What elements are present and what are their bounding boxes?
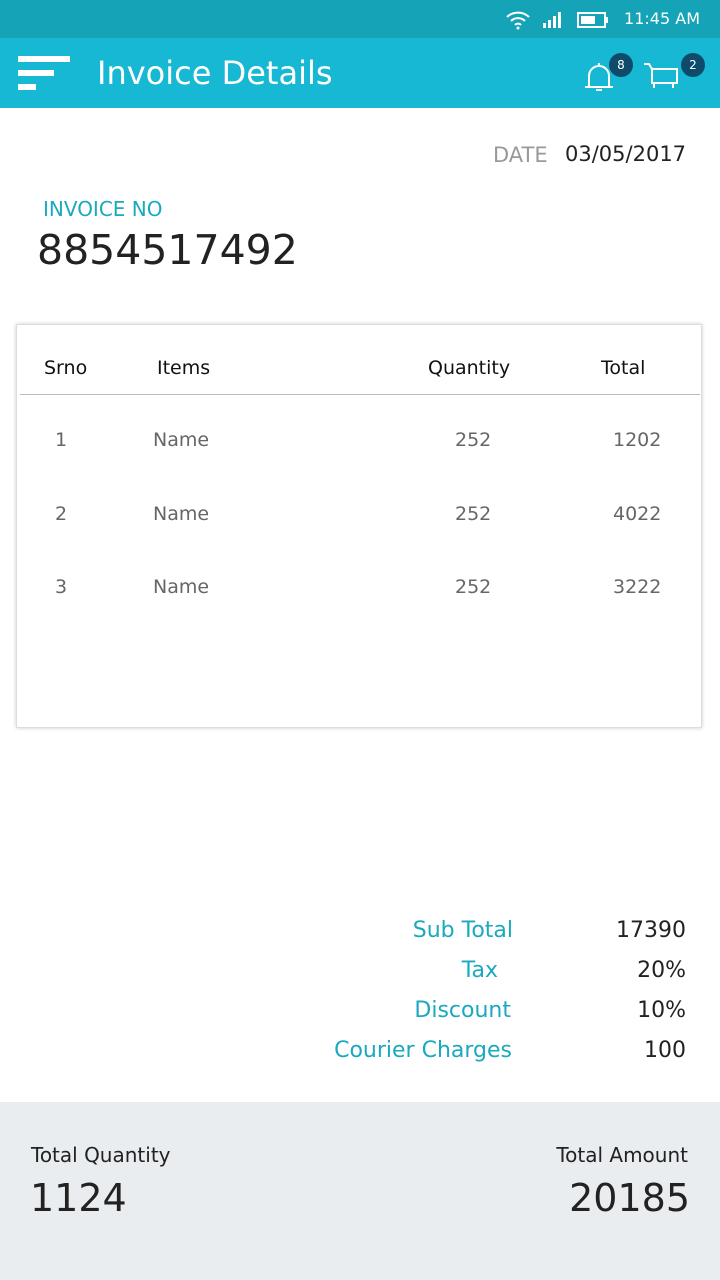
date-label: DATE (493, 143, 548, 167)
header-items: Items (157, 357, 211, 379)
battery-icon (577, 12, 608, 28)
page-title: Invoice Details (97, 54, 333, 92)
courier-label: Courier Charges (334, 1038, 512, 1063)
cart-badge: 2 (681, 53, 705, 77)
menu-icon[interactable] (18, 56, 72, 92)
cart-icon[interactable] (643, 60, 681, 94)
cell-srno: 2 (55, 503, 68, 525)
tax-value: 20% (637, 958, 686, 983)
total-amount-value: 20185 (569, 1176, 690, 1220)
cell-total: 4022 (613, 503, 662, 525)
cell-srno: 3 (55, 576, 68, 598)
items-table: Srno Items Quantity Total 1 Name 252 120… (16, 324, 702, 728)
totals-footer: Total Quantity 1124 Total Amount 20185 (0, 1102, 720, 1280)
discount-value: 10% (637, 998, 686, 1023)
wifi-icon (506, 11, 530, 30)
invoice-no-label: INVOICE NO (43, 197, 163, 221)
cell-total: 3222 (613, 576, 662, 598)
cell-item: Name (153, 429, 210, 451)
date-value: 03/05/2017 (565, 142, 687, 166)
total-amount-label: Total Amount (556, 1143, 688, 1167)
notification-badge: 8 (609, 53, 633, 77)
header-total: Total (601, 357, 646, 379)
header-srno: Srno (44, 357, 88, 379)
tax-label: Tax (461, 958, 498, 983)
cell-quantity: 252 (455, 503, 492, 525)
courier-value: 100 (644, 1038, 686, 1063)
discount-label: Discount (414, 998, 511, 1023)
app-bar: Invoice Details 8 2 (0, 38, 720, 108)
header-quantity: Quantity (428, 357, 511, 379)
cell-item: Name (153, 576, 210, 598)
total-quantity-value: 1124 (30, 1176, 127, 1220)
cell-quantity: 252 (455, 576, 492, 598)
invoice-number: 8854517492 (37, 226, 298, 274)
cell-quantity: 252 (455, 429, 492, 451)
cell-total: 1202 (613, 429, 662, 451)
status-bar: 11:45 AM (0, 0, 720, 38)
subtotal-label: Sub Total (412, 918, 513, 943)
header-divider (20, 394, 700, 395)
status-time: 11:45 AM (624, 9, 700, 28)
subtotal-value: 17390 (616, 918, 686, 943)
signal-icon (543, 12, 561, 28)
cell-srno: 1 (55, 429, 68, 451)
total-quantity-label: Total Quantity (31, 1143, 171, 1167)
cell-item: Name (153, 503, 210, 525)
